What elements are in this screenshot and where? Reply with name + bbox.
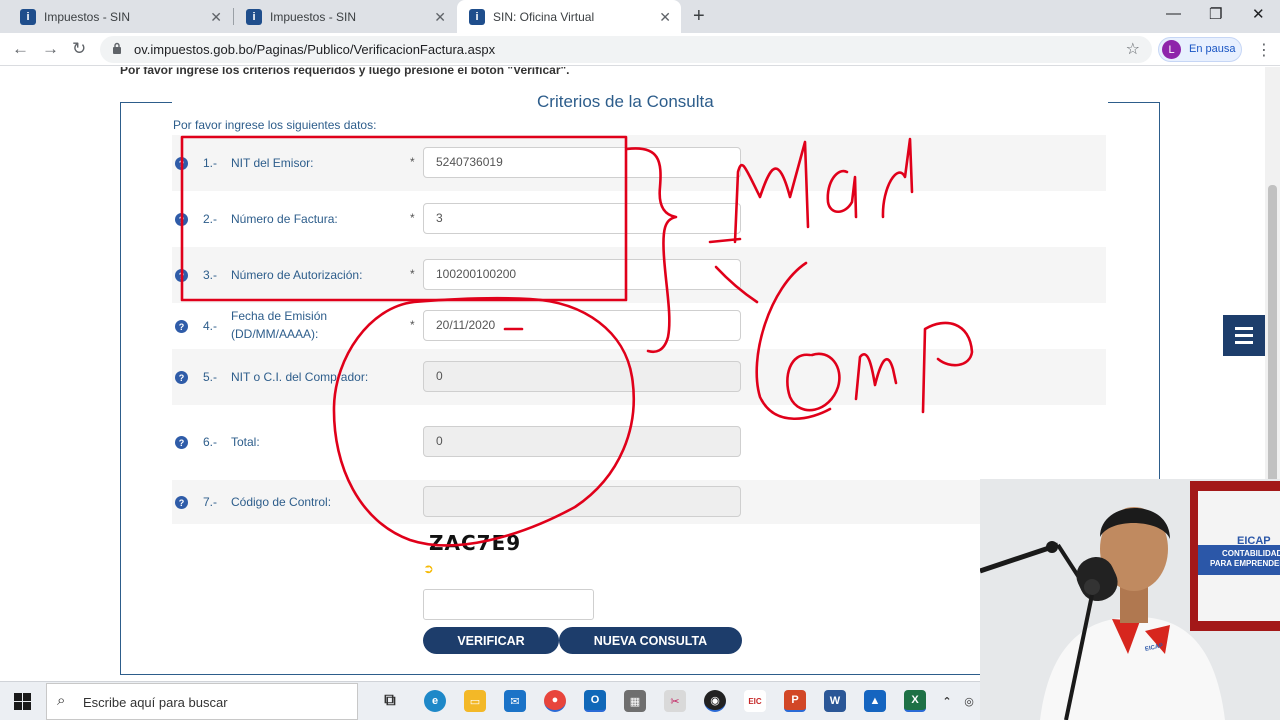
field-number: 1.- <box>203 156 218 170</box>
sin-favicon-icon: i <box>20 8 36 25</box>
field-label-numero-autorizacion: Número de Autorización: <box>231 268 363 282</box>
codigo-control-input <box>423 486 741 517</box>
banner-line1: CONTABILIDAD <box>1222 549 1280 558</box>
browser-toolbar: ← → ↻ ov.impuestos.gob.bo/Paginas/Public… <box>0 33 1280 66</box>
required-marker: * <box>410 211 415 225</box>
new-query-button[interactable]: NUEVA CONSULTA <box>559 627 742 654</box>
field-label-numero-factura: Número de Factura: <box>231 212 338 226</box>
close-icon[interactable]: ✕ <box>210 9 222 26</box>
tray-icon[interactable]: ◎ <box>958 690 980 712</box>
help-icon[interactable]: ? <box>175 320 188 333</box>
profile-status: En pausa <box>1189 43 1236 55</box>
snipping-tool-icon[interactable]: ✂ <box>664 690 686 712</box>
required-marker: * <box>410 318 415 332</box>
reload-icon[interactable]: ↻ <box>72 39 86 59</box>
field-number: 5.- <box>203 370 218 384</box>
refresh-captcha-icon[interactable]: ➲ <box>423 561 434 577</box>
sin-favicon-icon: i <box>469 8 485 25</box>
help-icon[interactable]: ? <box>175 213 188 226</box>
minimize-icon[interactable]: — <box>1166 5 1181 22</box>
verify-button[interactable]: VERIFICAR <box>423 627 559 654</box>
photos-icon[interactable]: ▲ <box>864 690 886 712</box>
field-label-fecha-emision: Fecha de Emisión (DD/MM/AAAA): <box>231 309 328 341</box>
captcha-image: ZAC7E9 <box>429 531 522 555</box>
panel-border <box>120 102 172 103</box>
outlook-icon[interactable]: O <box>584 690 606 712</box>
help-icon[interactable]: ? <box>175 496 188 509</box>
chrome-icon[interactable]: ● <box>544 690 566 712</box>
banner-title: EICAP <box>1237 535 1271 547</box>
webcam-overlay: EICAP CONTABILIDAD PARA EMPRENDEDO EICAP <box>980 479 1280 720</box>
field-label-codigo-control: Código de Control: <box>231 495 332 509</box>
sin-favicon-icon: i <box>246 8 262 25</box>
bookmark-star-icon[interactable]: ☆ <box>1126 39 1140 59</box>
powerpoint-icon[interactable]: P <box>784 690 806 712</box>
task-view-icon[interactable]: ⧉ <box>379 690 401 712</box>
url-text: ov.impuestos.gob.bo/Paginas/Publico/Veri… <box>134 42 496 57</box>
browser-tab-strip: i Impuestos - SIN ✕ i Impuestos - SIN ✕ … <box>0 0 1280 33</box>
field-label-nit-comprador: NIT o C.I. del Comprador: <box>231 370 369 384</box>
field-label-nit-emisor: NIT del Emisor: <box>231 156 314 170</box>
back-icon[interactable]: ← <box>12 39 29 59</box>
obs-icon[interactable]: ◉ <box>704 690 726 712</box>
total-input: 0 <box>423 426 741 457</box>
window-close-icon[interactable]: ✕ <box>1252 5 1265 23</box>
eicap-app-icon[interactable]: EIC <box>744 690 766 712</box>
field-number: 6.- <box>203 435 218 449</box>
fecha-emision-input[interactable]: 20/11/2020 <box>423 310 741 341</box>
file-explorer-icon[interactable]: ▭ <box>464 690 486 712</box>
presenter-video <box>980 479 1280 720</box>
instructions-text: Por favor ingrese los criterios requerid… <box>120 67 570 77</box>
help-icon[interactable]: ? <box>175 371 188 384</box>
search-icon: ⌕ <box>57 692 66 709</box>
calculator-icon[interactable]: ▦ <box>624 690 646 712</box>
word-icon[interactable]: W <box>824 690 846 712</box>
browser-tab[interactable]: i Impuestos - SIN ✕ <box>8 0 232 33</box>
field-label-total: Total: <box>231 435 260 449</box>
required-marker: * <box>410 267 415 281</box>
address-bar[interactable]: ov.impuestos.gob.bo/Paginas/Publico/Veri… <box>100 36 1152 63</box>
banner-line2: PARA EMPRENDEDO <box>1210 559 1280 568</box>
new-tab-icon[interactable]: + <box>693 5 705 28</box>
tab-title: SIN: Oficina Virtual <box>493 9 595 24</box>
nit-comprador-input: 0 <box>423 361 741 392</box>
taskbar-search-box[interactable]: ⌕ Escribe aquí para buscar <box>46 683 358 720</box>
help-icon[interactable]: ? <box>175 269 188 282</box>
required-marker: * <box>410 155 415 169</box>
avatar: L <box>1162 40 1181 59</box>
lock-icon <box>113 42 121 54</box>
windows-start-icon[interactable] <box>14 693 31 710</box>
field-number: 7.- <box>203 495 218 509</box>
excel-icon[interactable]: X <box>904 690 926 712</box>
tab-title: Impuestos - SIN <box>270 9 357 24</box>
panel-border <box>1108 102 1160 103</box>
hamburger-menu-icon[interactable] <box>1223 315 1265 356</box>
intro-text: Por favor ingrese los siguientes datos: <box>173 118 377 132</box>
edge-icon[interactable]: e <box>424 690 446 712</box>
numero-factura-input[interactable]: 3 <box>423 203 741 234</box>
help-icon[interactable]: ? <box>175 436 188 449</box>
chevron-up-icon[interactable]: ⌃ <box>936 690 958 712</box>
profile-button[interactable]: L En pausa <box>1158 37 1242 62</box>
captcha-input[interactable] <box>423 589 594 620</box>
close-icon[interactable]: ✕ <box>659 9 671 26</box>
nit-emisor-input[interactable]: 5240736019 <box>423 147 741 178</box>
restore-icon[interactable]: ❐ <box>1209 5 1222 23</box>
field-number: 4.- <box>203 319 218 333</box>
forward-icon[interactable]: → <box>42 39 59 59</box>
numero-autorizacion-input[interactable]: 100200100200 <box>423 259 741 290</box>
help-icon[interactable]: ? <box>175 157 188 170</box>
browser-menu-icon[interactable]: ⋮ <box>1256 40 1272 60</box>
mail-icon[interactable]: ✉ <box>504 690 526 712</box>
search-placeholder: Escribe aquí para buscar <box>83 695 228 710</box>
panel-title: Criterios de la Consulta <box>537 92 714 111</box>
field-number: 2.- <box>203 212 218 226</box>
field-number: 3.- <box>203 268 218 282</box>
close-icon[interactable]: ✕ <box>434 9 446 26</box>
browser-tab[interactable]: i Impuestos - SIN ✕ <box>234 0 456 33</box>
tab-title: Impuestos - SIN <box>44 9 131 24</box>
browser-tab-active[interactable]: i SIN: Oficina Virtual ✕ <box>457 0 681 33</box>
